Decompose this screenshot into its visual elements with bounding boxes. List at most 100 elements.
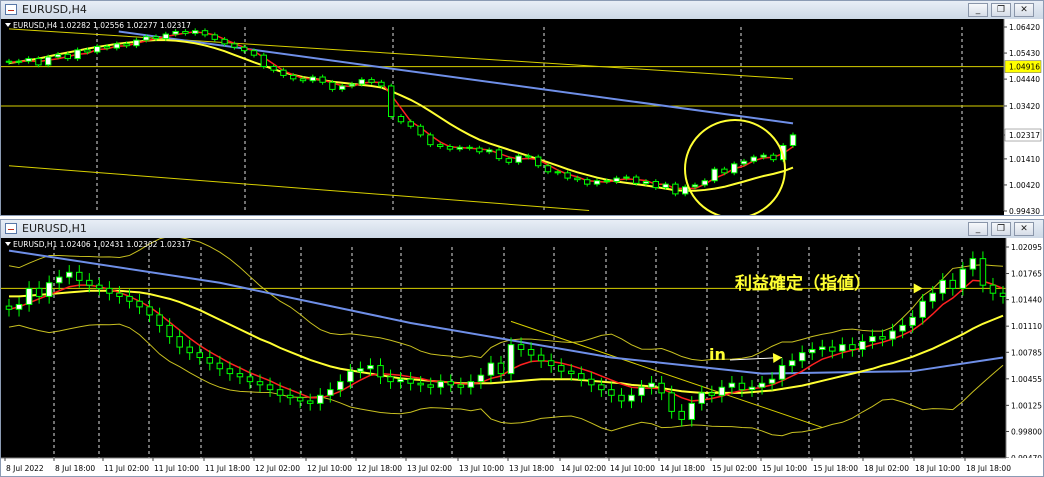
candle-body [515,155,522,163]
candle-body [388,85,395,117]
candle-body [708,392,716,396]
x-tick-label: 12 Jul 10:00 [307,464,352,473]
candle-body [584,179,591,185]
candle-body [74,49,81,60]
candle-body [65,271,73,278]
candle-body [633,176,640,184]
y-tick-label: 1.02095 [1011,243,1042,252]
candle-body [387,376,394,383]
candle-body [55,276,63,284]
candle-body [778,365,786,380]
candle-body [348,83,356,87]
candle-body [231,43,238,48]
candle-body [728,382,736,388]
candle-body [84,49,91,53]
candle-body [113,43,120,49]
candle-body [136,300,143,308]
candle-body [437,381,444,388]
x-tick-label: 15 Jul 02:00 [712,464,757,473]
candle-body [186,346,193,354]
candle-body [535,156,542,167]
candle-body [557,365,565,372]
candle-body [192,30,199,34]
x-tick-label: 12 Jul 02:00 [255,464,300,473]
candle-body [701,180,708,186]
candle-body [740,160,748,165]
y-tick-label: 1.03420 [1009,102,1040,111]
candle-body [497,362,505,375]
maximize-button[interactable]: ❐ [991,3,1011,17]
maximize-button[interactable]: ❐ [991,222,1011,236]
candle-body [929,292,936,302]
window-titlebar[interactable]: EURUSD,H4 _ ❐ ✕ [1,1,1043,19]
x-tick-label: 8 Jul 2022 [6,464,44,473]
candle-body [750,156,757,162]
candle-body [123,43,130,47]
candle-body [299,78,307,82]
ohlc-info-line: EURUSD,H4 1.02282 1.02556 1.02277 1.0231… [13,21,191,30]
candle-body [819,346,826,350]
y-tick-label: 1.05430 [1009,49,1040,58]
candle-body [236,373,244,378]
x-tick-label: 14 Jul 02:00 [561,464,606,473]
candle-body [377,365,384,378]
candle-body [378,81,385,87]
candle-body [487,362,495,376]
candle-body [648,382,655,388]
window-title: EURUSD,H1 [22,222,87,235]
candle-body [849,344,856,350]
candle-body [162,33,169,40]
candle-body [688,402,696,420]
window-titlebar[interactable]: EURUSD,H1 _ ❐ ✕ [1,220,1043,238]
candle-body [760,154,767,158]
candle-body [668,392,675,412]
candle-body [25,58,32,62]
candle-body [250,50,258,56]
candle-body [476,147,483,153]
candle-body [768,378,776,384]
chart-window-icon [5,223,17,234]
h1-candlestick-chart[interactable]: 利益確定（指値） in 1.02095 1.01765 1.01440 1.01110 1.… [1,238,1043,476]
y-tick-label: 1.06420 [1009,23,1040,32]
candle-body [466,146,473,149]
candle-body [64,53,71,60]
close-button[interactable]: ✕ [1014,222,1034,236]
candle-body [176,336,183,348]
candle-body [327,389,334,396]
candle-body [427,134,434,146]
candle-body [290,74,297,80]
candle-body [427,384,434,388]
y-tick-label: 1.00125 [1011,401,1042,410]
candle-body [156,314,163,326]
candle-body [564,172,571,179]
candle-body [182,30,189,34]
candle-body [357,368,364,372]
candle-body [547,360,555,367]
candle-body [758,382,766,388]
candle-body [899,324,906,332]
minimize-button[interactable]: _ [968,3,988,17]
candle-body [358,79,365,85]
candle-body [280,69,287,76]
close-button[interactable]: ✕ [1014,3,1034,17]
h4-candlestick-chart[interactable]: 1.06420 1.05430 1.04440 1.03420 1.02317 1.014… [1,19,1043,215]
minimize-button[interactable]: _ [968,222,988,236]
candle-body [618,394,625,402]
candle-body [979,258,987,286]
x-tick-label: 11 Jul 02:00 [104,464,149,473]
price-label-text: 1.04916 [1009,63,1040,72]
candle-body [672,183,679,195]
candle-body [276,389,284,396]
candle-body [770,154,777,161]
candle-body [166,324,173,338]
annotation-text: in [709,345,726,364]
candle-body [638,386,645,396]
candle-body [152,36,160,40]
x-tick-label: 18 Jul 02:00 [864,464,909,473]
candle-body [76,271,83,281]
candle-body [568,370,575,375]
candle-body [407,378,414,384]
y-tick-label: 1.00785 [1011,348,1042,357]
candle-body [628,394,635,402]
candle-body [417,125,424,136]
